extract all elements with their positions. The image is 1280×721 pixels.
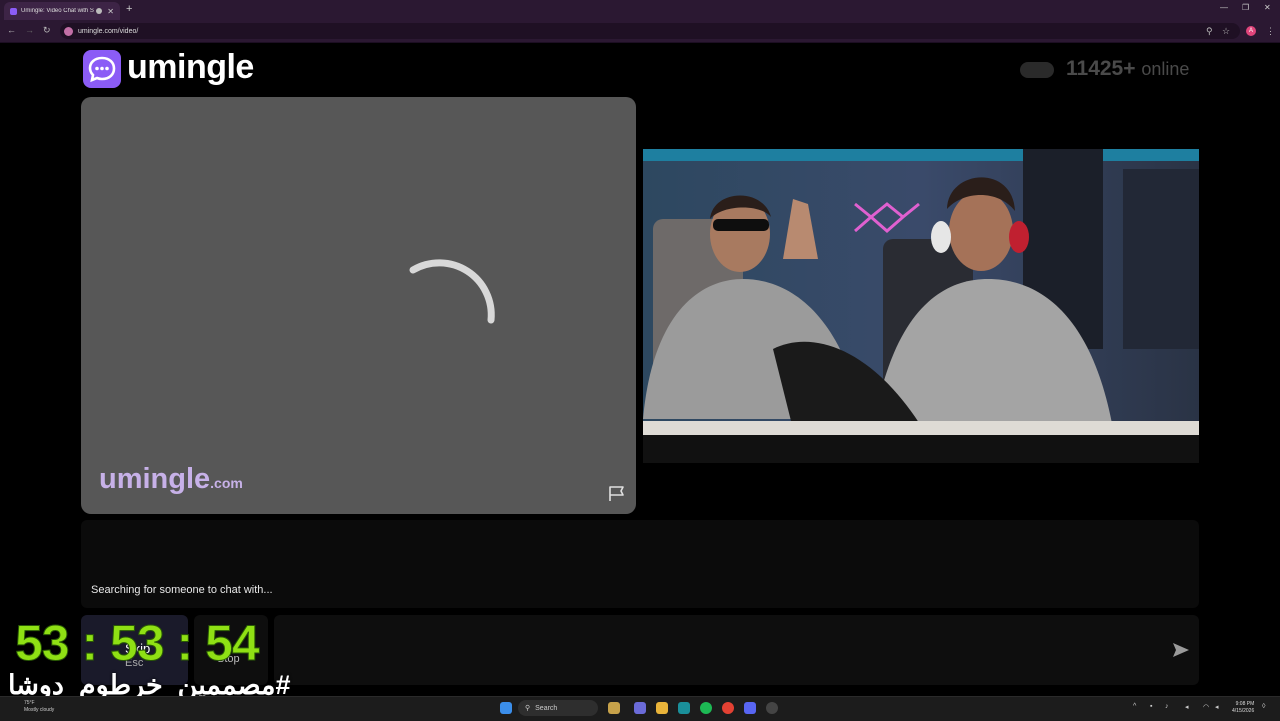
maximize-icon[interactable]: ❐ bbox=[1242, 3, 1249, 12]
site-info-icon[interactable] bbox=[64, 26, 73, 36]
search-placeholder: Search bbox=[535, 704, 558, 712]
online-counter: 11425+ online bbox=[1066, 57, 1189, 81]
umingle-logo-icon[interactable] bbox=[83, 50, 121, 88]
weather-widget[interactable]: 75°F Mostly cloudy bbox=[24, 700, 54, 714]
self-camera-view bbox=[643, 149, 1199, 463]
loading-spinner-icon bbox=[409, 259, 495, 324]
weather-temp: 75°F bbox=[24, 700, 35, 706]
umingle-favicon-icon bbox=[10, 7, 17, 15]
theme-toggle[interactable] bbox=[1020, 62, 1054, 78]
notification-bell-icon[interactable]: ◊ bbox=[1262, 703, 1265, 710]
tab-title: Umingle: Video Chat with S bbox=[21, 8, 94, 14]
taskbar-search[interactable]: ⚲ Search bbox=[518, 700, 598, 716]
webcam-feed bbox=[643, 149, 1199, 463]
back-arrow-icon[interactable]: ← bbox=[7, 25, 16, 35]
report-flag-icon[interactable] bbox=[607, 484, 627, 502]
search-icon: ⚲ bbox=[525, 705, 531, 712]
close-tab-icon[interactable]: ✕ bbox=[107, 7, 114, 16]
file-explorer-icon[interactable] bbox=[656, 702, 668, 714]
tray-chevron-icon[interactable]: ^ bbox=[1133, 703, 1136, 710]
microphone-icon[interactable]: ♪ bbox=[1165, 703, 1169, 710]
network-icon[interactable]: ▪ bbox=[1150, 703, 1152, 710]
stream-timer-overlay: 53 : 53 : 54 bbox=[15, 615, 261, 672]
minimize-icon[interactable]: — bbox=[1220, 3, 1228, 12]
wifi-icon[interactable]: ◠ bbox=[1203, 703, 1209, 711]
browser-tabstrip: Umingle: Video Chat with S ✕ + — ❐ ✕ bbox=[0, 0, 1280, 20]
weather-desc: Mostly cloudy bbox=[24, 707, 55, 713]
taskbar-clock[interactable]: 9:08 PM 4/15/2026 bbox=[1232, 701, 1254, 715]
clock-date: 4/15/2026 bbox=[1232, 708, 1255, 714]
send-icon[interactable] bbox=[1172, 642, 1190, 658]
volume-icon[interactable]: ◂ bbox=[1215, 703, 1219, 711]
watermark-main: umingle bbox=[99, 463, 211, 495]
bookmark-star-icon[interactable]: ☆ bbox=[1222, 26, 1230, 37]
windows-taskbar: 75°F Mostly cloudy ⚲ Search ^ ▪ ♪ ◂ ◠ ◂ … bbox=[0, 696, 1280, 721]
forward-arrow-icon[interactable]: → bbox=[25, 25, 34, 35]
stranger-video-panel: umingle.com bbox=[81, 97, 636, 514]
message-input[interactable] bbox=[274, 615, 1199, 685]
clock-time: 9:08 PM bbox=[1235, 701, 1255, 707]
status-message: Searching for someone to chat with... bbox=[91, 584, 273, 596]
close-window-icon[interactable]: ✕ bbox=[1264, 3, 1271, 12]
url-text: umingle.com/video/ bbox=[78, 27, 139, 35]
recording-indicator-icon bbox=[96, 8, 103, 14]
online-label: online bbox=[1141, 59, 1190, 79]
chat-log: Searching for someone to chat with... bbox=[81, 520, 1199, 608]
chrome-icon[interactable] bbox=[722, 702, 734, 714]
umingle-watermark: umingle.com bbox=[99, 463, 243, 496]
speaker-icon[interactable]: ◂ bbox=[1185, 703, 1189, 711]
logo-wordmark[interactable]: umingle bbox=[127, 48, 254, 87]
watermark-suffix: .com bbox=[210, 475, 243, 491]
browser-toolbar: ← → ↻ umingle.com/video/ ⚲ ☆ ⋮ bbox=[0, 20, 1280, 43]
new-tab-button[interactable]: + bbox=[126, 3, 132, 15]
tab-umingle[interactable]: Umingle: Video Chat with S ✕ bbox=[4, 2, 120, 20]
reload-icon[interactable]: ↻ bbox=[43, 25, 51, 36]
obs-icon[interactable] bbox=[766, 702, 778, 714]
start-windows-icon[interactable] bbox=[500, 702, 512, 714]
widgets-icon[interactable] bbox=[608, 702, 620, 714]
copilot-icon[interactable] bbox=[634, 702, 646, 714]
edge-browser-icon[interactable] bbox=[678, 702, 690, 714]
menu-icon[interactable]: ⋮ bbox=[1266, 26, 1275, 37]
address-bar[interactable]: umingle.com/video/ bbox=[60, 23, 1240, 39]
online-count: 11425+ bbox=[1066, 57, 1136, 80]
profile-avatar[interactable]: A bbox=[1246, 26, 1256, 36]
zoom-icon[interactable]: ⚲ bbox=[1206, 26, 1213, 37]
discord-icon[interactable] bbox=[744, 702, 756, 714]
spotify-icon[interactable] bbox=[700, 702, 712, 714]
